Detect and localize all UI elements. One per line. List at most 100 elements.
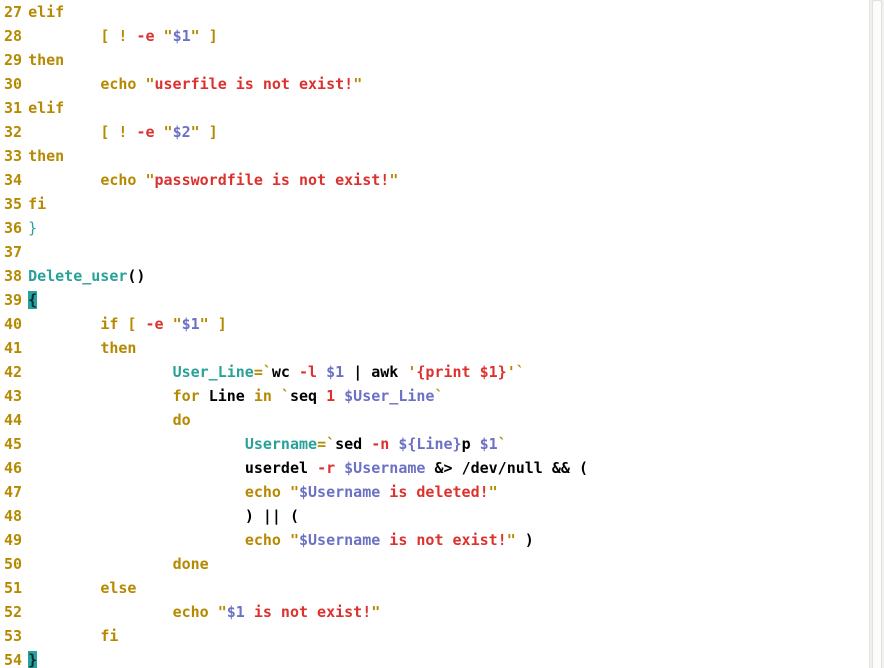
token-var: $Username xyxy=(344,459,425,477)
code-line: elif xyxy=(28,96,880,120)
line-number: 37 xyxy=(4,240,22,264)
token-pipe: &> xyxy=(434,459,452,477)
code-area[interactable]: elif [ ! -e "$1" ]then echo "userfile is… xyxy=(28,0,880,668)
line-number: 54 xyxy=(4,648,22,668)
code-line: done xyxy=(28,552,880,576)
token-var: ${Line} xyxy=(398,435,461,453)
token-kw: echo xyxy=(245,531,281,549)
token-br: } xyxy=(28,219,37,237)
token-var: $1 xyxy=(227,603,245,621)
code-line: Delete_user() xyxy=(28,264,880,288)
token-cmd: awk xyxy=(371,363,398,381)
token-op-gold: ! xyxy=(118,27,127,45)
token-kw: fi xyxy=(28,195,46,213)
token-str: is not exist! xyxy=(245,603,371,621)
token-pipe: ) xyxy=(525,531,534,549)
token-var: $1 xyxy=(326,363,344,381)
token-cmd: sed xyxy=(335,435,362,453)
token-op-gold: ] xyxy=(218,315,227,333)
token-pipe: && xyxy=(552,459,570,477)
token-cmd: userdel xyxy=(245,459,308,477)
token-quote: " xyxy=(353,75,362,93)
token-dash: -e xyxy=(136,27,154,45)
code-line: User_Line=`wc -l $1 | awk '{print $1}'` xyxy=(28,360,880,384)
token-kw: done xyxy=(173,555,209,573)
line-number: 30 xyxy=(4,72,22,96)
line-number: 34 xyxy=(4,168,22,192)
line-number: 52 xyxy=(4,600,22,624)
code-line: then xyxy=(28,336,880,360)
token-quote: " xyxy=(145,171,154,189)
token-kw: if xyxy=(100,315,118,333)
token-quote: " xyxy=(200,315,209,333)
token-cmd: seq xyxy=(290,387,317,405)
token-kw: in xyxy=(254,387,272,405)
line-number: 29 xyxy=(4,48,22,72)
token-kw: elif xyxy=(28,99,64,117)
token-fnparen: () xyxy=(127,267,145,285)
token-quote: " xyxy=(371,603,380,621)
code-line: Username=`sed -n ${Line}p $1` xyxy=(28,432,880,456)
token-id: Username xyxy=(245,435,317,453)
token-quote: " xyxy=(489,483,498,501)
line-number: 48 xyxy=(4,504,22,528)
token-path: /dev/null xyxy=(462,459,543,477)
line-number: 51 xyxy=(4,576,22,600)
line-number: 41 xyxy=(4,336,22,360)
token-dash: -e xyxy=(145,315,163,333)
line-number: 27 xyxy=(4,0,22,24)
token-quote: " xyxy=(218,603,227,621)
token-dash: -l xyxy=(299,363,317,381)
code-line: if [ -e "$1" ] xyxy=(28,312,880,336)
line-number: 33 xyxy=(4,144,22,168)
token-var: $Username xyxy=(299,531,380,549)
token-backtick: ` xyxy=(498,435,507,453)
token-pipe: ) xyxy=(245,507,254,525)
token-var: $2 xyxy=(173,123,191,141)
line-number: 53 xyxy=(4,624,22,648)
token-kw: then xyxy=(100,339,136,357)
vertical-scrollbar[interactable] xyxy=(869,0,884,668)
token-quote: " xyxy=(191,123,200,141)
token-quote: " xyxy=(173,315,182,333)
code-line xyxy=(28,240,880,264)
token-op-gold: = xyxy=(317,435,326,453)
scrollbar-thumb[interactable] xyxy=(872,0,882,668)
token-quote: " xyxy=(389,171,398,189)
token-dash: -n xyxy=(371,435,389,453)
code-line: else xyxy=(28,576,880,600)
line-number: 35 xyxy=(4,192,22,216)
token-backtick: ` xyxy=(516,363,525,381)
token-cmd: p xyxy=(462,435,471,453)
token-quote: " xyxy=(191,27,200,45)
token-str: userfile is not exist! xyxy=(155,75,354,93)
token-op-gold: [ xyxy=(100,123,109,141)
code-line: ) || ( xyxy=(28,504,880,528)
code-editor[interactable]: 2728293031323334353637383940414243444546… xyxy=(0,0,884,668)
line-number-gutter: 2728293031323334353637383940414243444546… xyxy=(4,0,28,668)
token-dash: -r xyxy=(317,459,335,477)
token-quote: " xyxy=(164,123,173,141)
token-kw: then xyxy=(28,51,64,69)
token-cmd: Line xyxy=(209,387,245,405)
line-number: 43 xyxy=(4,384,22,408)
line-number: 46 xyxy=(4,456,22,480)
line-number: 42 xyxy=(4,360,22,384)
code-line: { xyxy=(28,288,880,312)
token-kw: fi xyxy=(100,627,118,645)
token-backtick: ` xyxy=(263,363,272,381)
line-number: 40 xyxy=(4,312,22,336)
token-var: $User_Line xyxy=(344,387,434,405)
token-kw: echo xyxy=(245,483,281,501)
token-quote: " xyxy=(164,27,173,45)
token-quote: " xyxy=(507,531,516,549)
token-var: $1 xyxy=(182,315,200,333)
token-var: $1 xyxy=(173,27,191,45)
token-kw: elif xyxy=(28,3,64,21)
token-kw: then xyxy=(28,147,64,165)
token-kw: for xyxy=(173,387,200,405)
token-str: is deleted! xyxy=(380,483,488,501)
token-kw: echo xyxy=(100,75,136,93)
line-number: 31 xyxy=(4,96,22,120)
token-backtick: ` xyxy=(326,435,335,453)
